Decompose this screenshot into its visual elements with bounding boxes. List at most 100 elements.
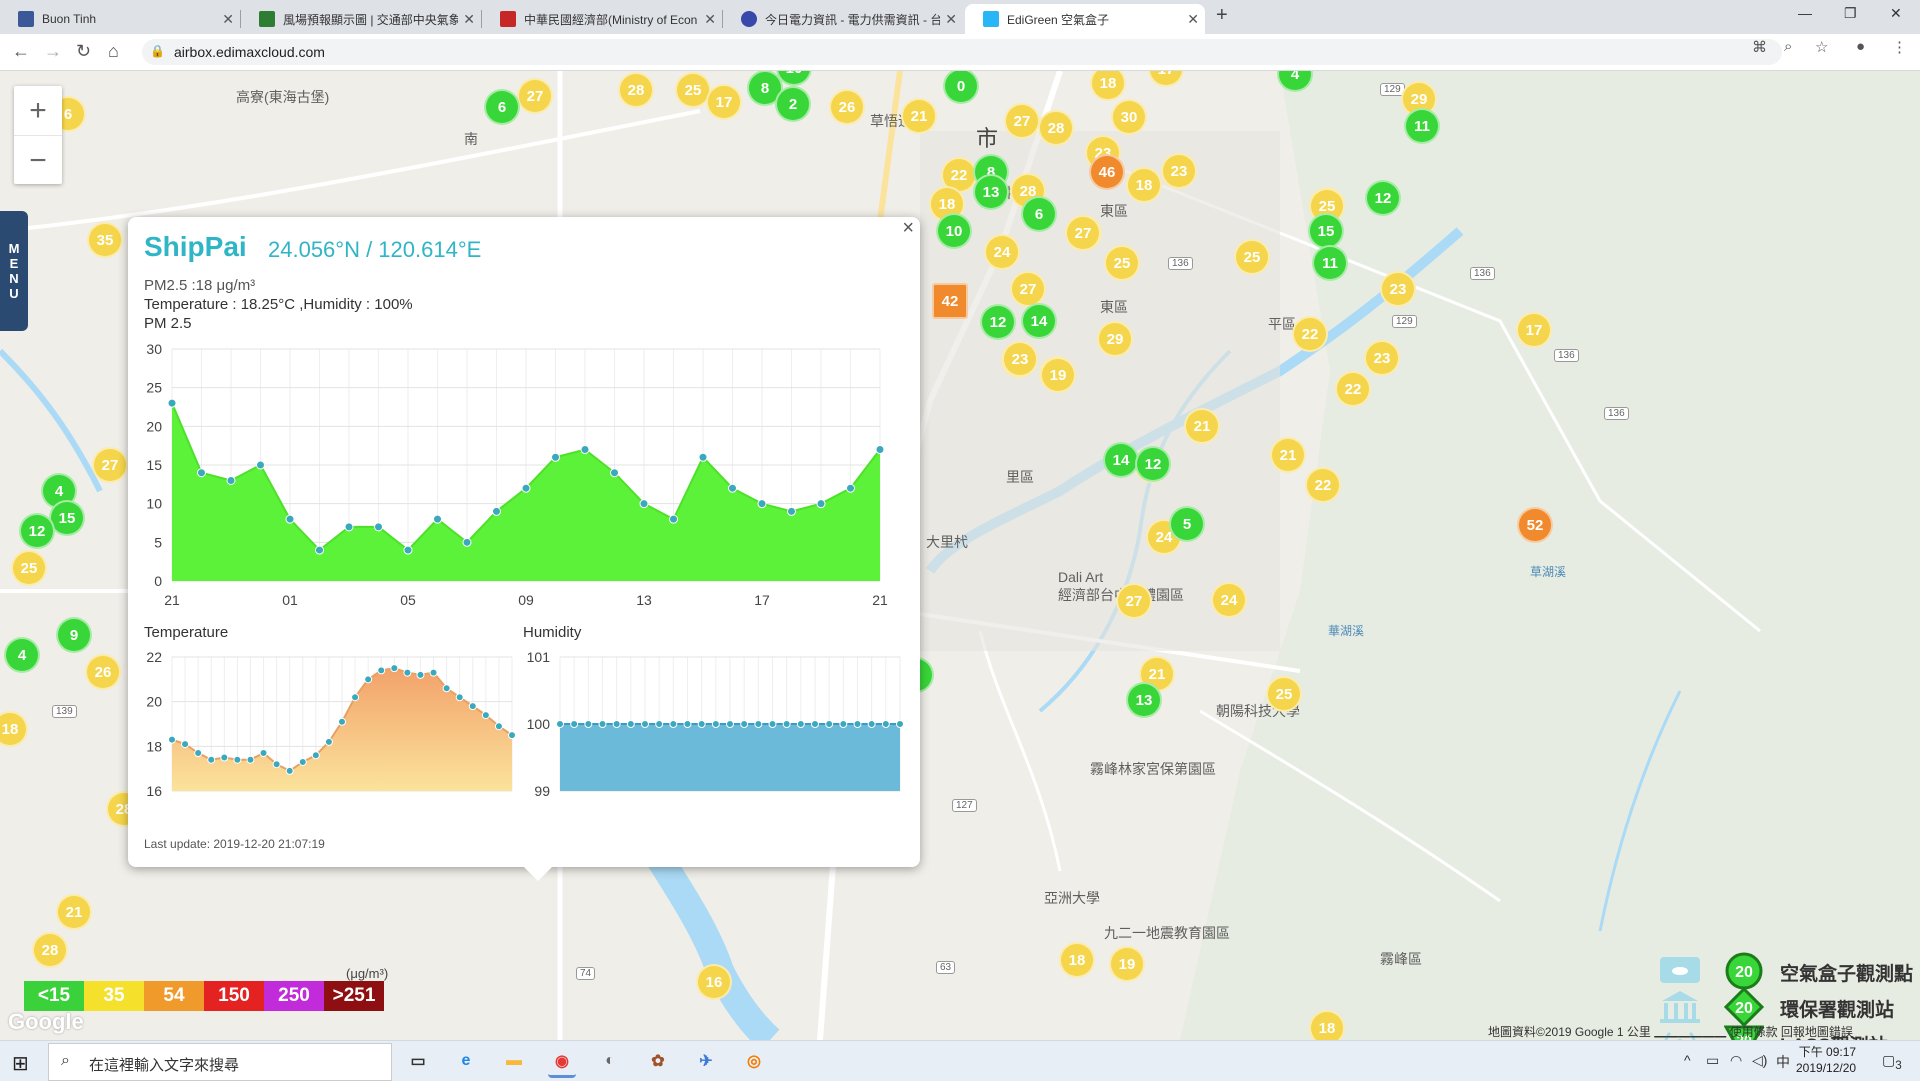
close-tab-icon[interactable]: ✕ <box>945 11 957 28</box>
system-clock[interactable]: 下午 09:17 2019/12/20 <box>1796 1044 1856 1076</box>
airbox-marker[interactable]: 12 <box>19 513 55 549</box>
airbox-marker[interactable]: 26 <box>829 89 865 125</box>
airbox-marker[interactable]: 28 <box>1038 110 1074 146</box>
airbox-marker[interactable]: 21 <box>901 98 937 134</box>
tab-power[interactable]: 今日電力資訊 - 電力供需資訊 - 台 ✕ <box>723 4 963 34</box>
zoom-out-button[interactable]: − <box>14 136 62 185</box>
tab-buon-tinh[interactable]: Buon Tinh ✕ <box>0 4 240 34</box>
home-icon[interactable]: ⌂ <box>108 41 119 62</box>
airbox-marker[interactable]: 23 <box>1380 271 1416 307</box>
airbox-marker[interactable]: 15 <box>1308 213 1344 249</box>
airbox-marker[interactable]: 11 <box>1404 108 1440 144</box>
map-canvas[interactable]: 中區 東區 平區 里區 市 南 霧峰區 亞洲大學 九二一地震教育園區 霧峰林家宮… <box>0 71 1920 1040</box>
zoom-icon[interactable]: ⌕ <box>1784 38 1792 55</box>
airbox-marker[interactable]: 14 <box>1021 303 1057 339</box>
airbox-marker[interactable]: 23 <box>1364 340 1400 376</box>
airbox-marker[interactable]: 23 <box>1161 153 1197 189</box>
reload-icon[interactable]: ↻ <box>76 41 91 62</box>
airbox-marker[interactable]: 24 <box>1211 582 1247 618</box>
tray-chevron-icon[interactable]: ^ <box>1684 1052 1691 1068</box>
airbox-marker[interactable]: 21 <box>1270 437 1306 473</box>
airbox-marker[interactable]: 18 <box>1126 167 1162 203</box>
airbox-marker[interactable]: 46 <box>1089 154 1125 190</box>
minimize-icon[interactable]: — <box>1798 5 1812 21</box>
wifi-icon[interactable]: ◠ <box>1730 1052 1742 1069</box>
airbox-marker[interactable]: 2 <box>775 86 811 122</box>
ime-indicator[interactable]: 中 <box>1776 1052 1790 1072</box>
notification-icon[interactable]: ▢3 <box>1882 1052 1902 1072</box>
airbox-marker[interactable]: 6 <box>484 89 520 125</box>
airbox-marker[interactable]: 26 <box>85 654 121 690</box>
file-explorer-icon[interactable]: ▬ <box>500 1047 528 1075</box>
tab-weather[interactable]: 風場預報顯示圖 | 交通部中央氣象 ✕ <box>241 4 481 34</box>
window-close-icon[interactable]: ✕ <box>1890 5 1902 22</box>
airbox-marker[interactable]: 30 <box>1111 99 1147 135</box>
airbox-marker[interactable]: 52 <box>1517 507 1553 543</box>
volume-icon[interactable]: ◁) <box>1752 1052 1767 1069</box>
lass-marker[interactable]: 42 <box>932 283 968 319</box>
airbox-marker[interactable]: 28 <box>32 932 68 968</box>
airbox-marker[interactable]: 12 <box>980 304 1016 340</box>
airbox-marker[interactable]: 25 <box>1234 239 1270 275</box>
airbox-marker[interactable]: 18 <box>1059 942 1095 978</box>
close-tab-icon[interactable]: ✕ <box>1187 11 1199 28</box>
profile-icon[interactable]: ● <box>1856 38 1865 55</box>
taskbar-search-box[interactable]: ⌕ 在這裡輸入文字來搜尋 <box>48 1043 392 1081</box>
airbox-marker[interactable]: 6 <box>1021 196 1057 232</box>
maximize-icon[interactable]: ❐ <box>1844 5 1857 22</box>
airbox-marker[interactable]: 21 <box>1184 408 1220 444</box>
airbox-marker[interactable]: 22 <box>1305 467 1341 503</box>
airbox-marker[interactable]: 25 <box>11 550 47 586</box>
airbox-marker[interactable]: 27 <box>92 447 128 483</box>
chrome-icon[interactable]: ◉ <box>548 1047 576 1078</box>
airbox-marker[interactable]: 13 <box>1126 682 1162 718</box>
blender-icon[interactable]: ◎ <box>740 1047 768 1075</box>
app-icon[interactable]: ◐ <box>596 1047 624 1075</box>
airbox-marker[interactable]: 10 <box>936 213 972 249</box>
tab-ministry[interactable]: 中華民國經濟部(Ministry of Econ ✕ <box>482 4 722 34</box>
menu-button[interactable]: MENU <box>0 211 28 331</box>
close-tab-icon[interactable]: ✕ <box>704 11 716 28</box>
airbox-marker[interactable]: 27 <box>517 78 553 114</box>
back-icon[interactable]: ← <box>12 41 30 62</box>
airbox-marker[interactable]: 5 <box>1169 506 1205 542</box>
airbox-marker[interactable]: 35 <box>87 222 123 258</box>
airbox-marker[interactable]: 25 <box>1104 245 1140 281</box>
airbox-marker[interactable]: 4 <box>4 637 40 673</box>
airbox-marker[interactable]: 17 <box>706 84 742 120</box>
airbox-marker[interactable]: 27 <box>1004 103 1040 139</box>
close-tab-icon[interactable]: ✕ <box>463 11 475 28</box>
airbox-marker[interactable]: 25 <box>1266 676 1302 712</box>
airbox-marker[interactable]: 22 <box>1292 316 1328 352</box>
app-icon[interactable]: ✈ <box>692 1047 720 1075</box>
airbox-marker[interactable]: 9 <box>56 617 92 653</box>
zoom-in-button[interactable]: + <box>14 86 62 136</box>
task-view-icon[interactable]: ▭ <box>404 1047 432 1075</box>
airbox-marker[interactable]: 24 <box>984 234 1020 270</box>
windows-start-icon[interactable]: ⊞ <box>12 1051 29 1076</box>
address-bar[interactable]: 🔒 airbox.edimaxcloud.com <box>142 39 1782 65</box>
airbox-marker[interactable]: 27 <box>1065 215 1101 251</box>
menu-dots-icon[interactable]: ⋮ <box>1892 38 1907 56</box>
airbox-marker[interactable]: 16 <box>696 964 732 1000</box>
airbox-marker[interactable]: 23 <box>1002 341 1038 377</box>
airbox-marker[interactable]: 17 <box>1516 312 1552 348</box>
airbox-marker[interactable]: 14 <box>1103 442 1139 478</box>
airbox-marker[interactable]: 12 <box>1365 180 1401 216</box>
airbox-marker[interactable]: 22 <box>1335 371 1371 407</box>
airbox-marker[interactable]: 27 <box>1116 583 1152 619</box>
airbox-marker[interactable]: 28 <box>618 72 654 108</box>
battery-icon[interactable]: ▭ <box>1706 1052 1719 1069</box>
edge-icon[interactable]: e <box>452 1047 480 1075</box>
tab-edigreen[interactable]: EdiGreen 空氣盒子 ✕ <box>965 4 1205 34</box>
close-tab-icon[interactable]: ✕ <box>222 11 234 28</box>
airbox-marker[interactable]: 27 <box>1010 271 1046 307</box>
airbox-marker[interactable]: 29 <box>1097 321 1133 357</box>
legend-epa[interactable]: 20 環保署觀測站 <box>1656 987 1916 1027</box>
legend-airbox[interactable]: 20 空氣盒子觀測點 <box>1656 951 1916 991</box>
airbox-marker[interactable]: 11 <box>1312 245 1348 281</box>
airbox-marker[interactable]: 19 <box>1040 357 1076 393</box>
airbox-marker[interactable]: 12 <box>1135 446 1171 482</box>
airbox-marker[interactable]: 13 <box>973 174 1009 210</box>
airbox-marker[interactable]: 19 <box>1109 946 1145 982</box>
